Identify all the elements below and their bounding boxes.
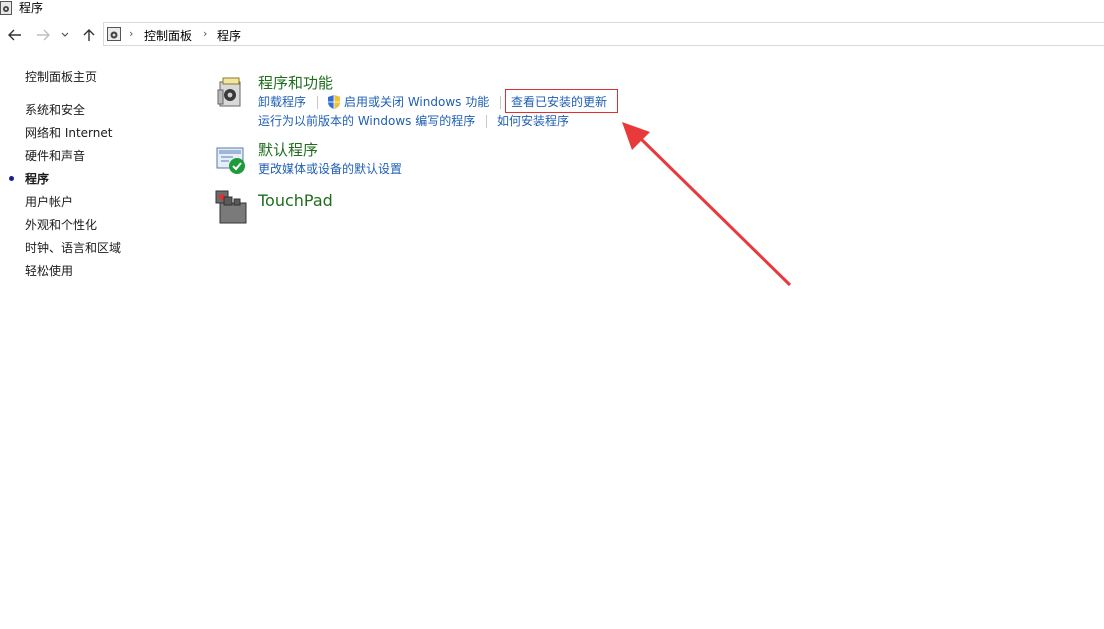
how-to-install-link[interactable]: 如何安装程序 bbox=[497, 113, 569, 129]
title-bar: 程序 bbox=[0, 0, 1104, 20]
link-divider bbox=[317, 96, 318, 109]
touchpad-icon[interactable] bbox=[214, 189, 248, 225]
sidebar-item-system-security[interactable]: 系统和安全 bbox=[25, 102, 85, 118]
control-panel-icon bbox=[0, 1, 12, 15]
programs-features-icon[interactable] bbox=[216, 76, 244, 108]
chevron-right-icon: › bbox=[129, 27, 134, 40]
annotation-arrow bbox=[622, 122, 792, 287]
address-bar[interactable]: › 控制面板 › 程序 bbox=[103, 22, 1104, 46]
control-panel-icon bbox=[107, 27, 121, 41]
navigation-bar: › 控制面板 › 程序 bbox=[0, 22, 1104, 48]
sidebar-item-network[interactable]: 网络和 Internet bbox=[25, 125, 112, 141]
sidebar-item-programs[interactable]: 程序 bbox=[25, 171, 49, 187]
default-programs-icon[interactable] bbox=[215, 144, 247, 176]
sidebar-item-appearance[interactable]: 外观和个性化 bbox=[25, 217, 97, 233]
forward-arrow-icon[interactable] bbox=[33, 24, 53, 46]
uninstall-program-link[interactable]: 卸载程序 bbox=[258, 94, 306, 110]
category-title-default-programs[interactable]: 默认程序 bbox=[258, 141, 318, 159]
chevron-down-icon[interactable] bbox=[58, 24, 72, 46]
sidebar-item-user-accounts[interactable]: 用户帐户 bbox=[25, 194, 73, 210]
link-divider bbox=[486, 115, 487, 128]
sidebar-item-ease-of-access[interactable]: 轻松使用 bbox=[25, 263, 73, 279]
window-title: 程序 bbox=[19, 1, 44, 15]
back-arrow-icon[interactable] bbox=[5, 24, 25, 46]
link-divider bbox=[500, 96, 501, 109]
change-default-media-link[interactable]: 更改媒体或设备的默认设置 bbox=[258, 161, 402, 177]
sidebar-item-hardware-sound[interactable]: 硬件和声音 bbox=[25, 148, 85, 164]
sidebar-item-clock-region[interactable]: 时钟、语言和区域 bbox=[25, 240, 121, 256]
up-arrow-icon[interactable] bbox=[79, 24, 99, 46]
active-bullet-icon bbox=[9, 176, 14, 181]
compatibility-link[interactable]: 运行为以前版本的 Windows 编写的程序 bbox=[258, 113, 475, 129]
category-title-programs-features[interactable]: 程序和功能 bbox=[258, 74, 333, 92]
breadcrumb-control-panel[interactable]: 控制面板 bbox=[144, 27, 192, 44]
breadcrumb-programs[interactable]: 程序 bbox=[217, 27, 241, 44]
chevron-right-icon: › bbox=[203, 27, 208, 40]
category-title-touchpad[interactable]: TouchPad bbox=[258, 192, 333, 210]
sidebar-home-link[interactable]: 控制面板主页 bbox=[25, 69, 97, 85]
uac-shield-icon bbox=[328, 95, 340, 109]
windows-features-link[interactable]: 启用或关闭 Windows 功能 bbox=[344, 94, 489, 110]
